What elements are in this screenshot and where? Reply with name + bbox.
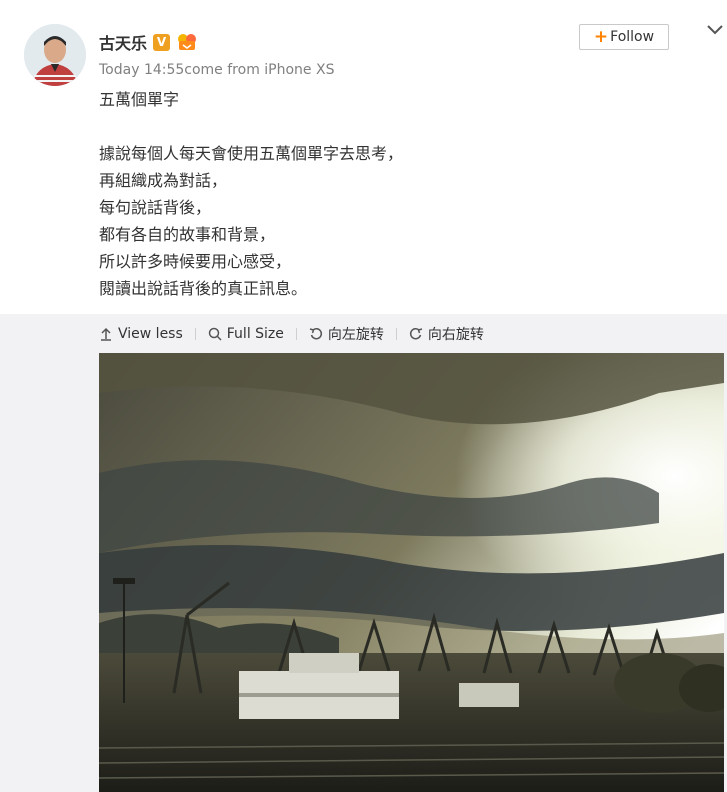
arrow-up-icon (101, 327, 111, 341)
search-icon (208, 327, 222, 341)
post-line: 都有各自的故事和背景， (99, 225, 276, 244)
rotate-right-icon (409, 327, 423, 340)
view-less-label: View less (118, 326, 183, 342)
full-size-button[interactable]: Full Size (208, 326, 284, 342)
avatar-image (24, 24, 86, 86)
post-line: 據說每個人每天會使用五萬個單字去思考， (99, 144, 404, 163)
post-text: 五萬個單字 據說每個人每天會使用五萬個單字去思考， 再組織成為對話， 每句說話背… (99, 86, 403, 302)
rotate-left-label: 向左旋转 (327, 327, 384, 343)
chevron-down-icon[interactable] (705, 22, 725, 38)
follow-button-label: Follow (610, 29, 655, 45)
toolbar-divider (395, 328, 397, 340)
post-meta: Today 14:55come from iPhone XS (99, 62, 335, 78)
rotate-right-button[interactable]: 向右旋转 (409, 324, 484, 344)
post-line: 再組織成為對話， (99, 171, 228, 190)
post-title: 五萬個單字 (99, 90, 180, 109)
rotate-left-button[interactable]: 向左旋转 (309, 324, 384, 344)
fan-badge-icon[interactable] (176, 32, 198, 52)
follow-button[interactable]: + Follow (579, 24, 669, 50)
avatar[interactable] (24, 24, 86, 86)
post-line: 閱讀出說話背後的真正訊息。 (99, 279, 308, 298)
post-blank-line (99, 113, 403, 140)
post-photo[interactable] (99, 353, 724, 792)
toolbar-divider (295, 328, 297, 340)
verified-v-icon[interactable]: V (153, 33, 171, 51)
full-size-label: Full Size (226, 326, 284, 342)
rotate-right-label: 向右旋转 (427, 327, 484, 343)
toolbar-divider (194, 328, 196, 340)
post-line: 所以許多時候要用心感受， (99, 252, 292, 271)
author-line: 古天乐 V (99, 30, 198, 54)
harbor-sunset-photo (99, 353, 724, 792)
media-box: View less Full Size 向左旋转 向右旋转 (0, 314, 727, 792)
plus-icon: + (593, 26, 609, 47)
media-toolbar: View less Full Size 向左旋转 向右旋转 (99, 322, 484, 346)
view-less-button[interactable]: View less (99, 326, 183, 342)
rotate-left-icon (309, 327, 322, 340)
author-name[interactable]: 古天乐 (99, 30, 147, 54)
post-line: 每句說話背後， (99, 198, 212, 217)
